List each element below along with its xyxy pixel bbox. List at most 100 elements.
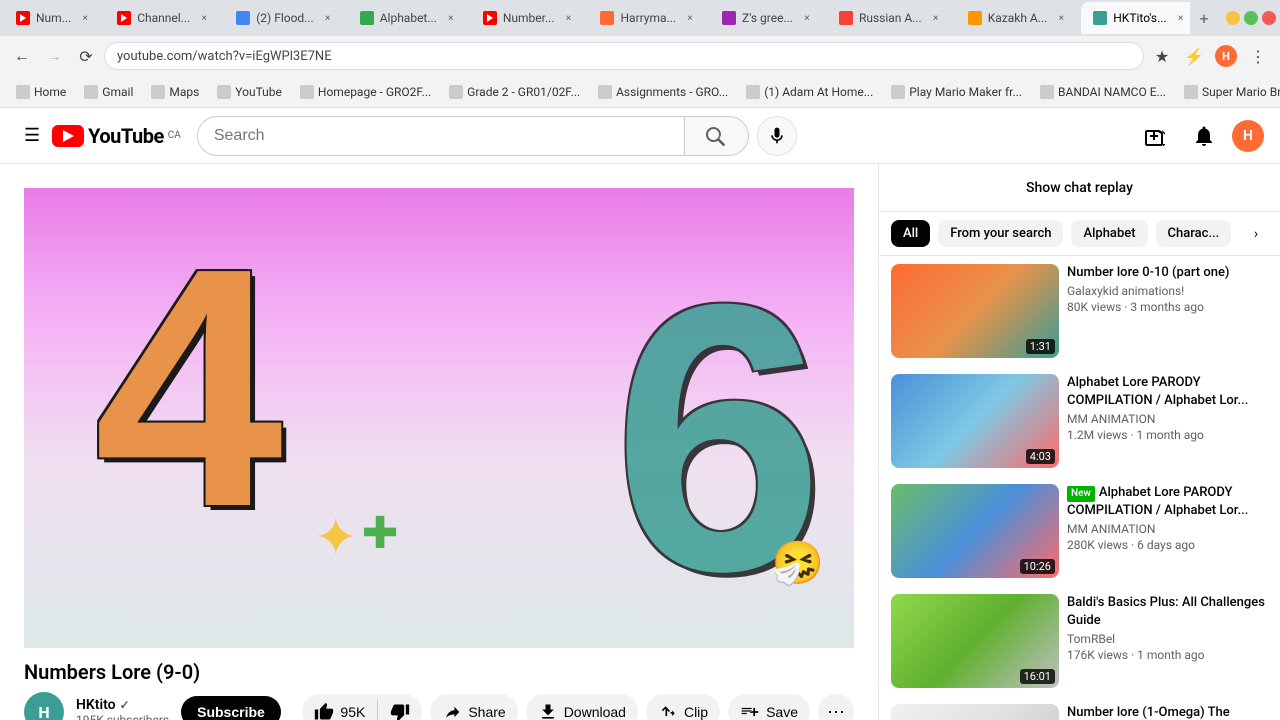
maximize-button[interactable] xyxy=(1244,11,1258,25)
sidebar-video-item[interactable]: 16:01 Baldi's Basics Plus: All Challenge… xyxy=(879,586,1280,696)
settings-button[interactable]: ⋮ xyxy=(1244,42,1272,70)
bookmark-item[interactable]: YouTube xyxy=(209,83,290,101)
bookmark-item[interactable]: Homepage - GRO2F... xyxy=(292,83,439,101)
download-label: Download xyxy=(564,704,626,720)
browser-tab-hktito[interactable]: HKTito's... × xyxy=(1081,2,1190,34)
video-duration: 1:31 xyxy=(1026,339,1055,354)
sidebar-thumb: 16:01 xyxy=(891,594,1059,688)
address-text: youtube.com/watch?v=iEgWPl3E7NE xyxy=(117,49,332,64)
subscriber-count: 195K subscribers xyxy=(76,713,169,720)
filter-chip-all[interactable]: All xyxy=(891,220,930,247)
bookmark-item[interactable]: Grade 2 - GR01/02F... xyxy=(441,83,588,101)
sidebar-video-item[interactable]: 1:31 Number lore 0-10 (part one) Galaxyk… xyxy=(879,256,1280,366)
tab-close-flood1[interactable]: × xyxy=(320,10,336,26)
sidebar-channel-name: Galaxykid animations! xyxy=(1067,284,1268,298)
voice-search-button[interactable] xyxy=(757,116,797,156)
save-label: Save xyxy=(766,704,798,720)
sidebar-channel-name: MM ANIMATION xyxy=(1067,412,1268,426)
address-bar[interactable]: youtube.com/watch?v=iEgWPl3E7NE xyxy=(104,42,1144,70)
profile-button[interactable]: H xyxy=(1212,42,1240,70)
browser-tab-harrymary[interactable]: Harryma... × xyxy=(588,2,710,34)
create-video-button[interactable] xyxy=(1136,116,1176,156)
video-duration: 16:01 xyxy=(1020,669,1055,684)
youtube-logo[interactable]: YouTubeCA xyxy=(52,124,181,148)
bookmark-item[interactable]: (1) Adam At Home... xyxy=(738,83,881,101)
sidebar-video-info: Baldi's Basics Plus: All Challenges Guid… xyxy=(1067,594,1268,688)
browser-tab-num[interactable]: Num... × xyxy=(4,2,105,34)
reload-button[interactable]: ⟳ xyxy=(72,42,100,70)
search-button[interactable] xyxy=(685,116,749,156)
tab-close-harrymary[interactable]: × xyxy=(682,10,698,26)
bookmark-item[interactable]: Play Mario Maker fr... xyxy=(883,83,1030,101)
search-input[interactable] xyxy=(214,127,668,145)
browser-tab-number[interactable]: Number... × xyxy=(471,2,589,34)
back-button[interactable]: ← xyxy=(8,42,36,70)
forward-button[interactable]: → xyxy=(40,42,68,70)
notifications-button[interactable] xyxy=(1184,116,1224,156)
sidebar-video-title: Alphabet Lore PARODY COMPILATION / Alpha… xyxy=(1067,374,1268,410)
channel-avatar[interactable]: H xyxy=(24,692,64,720)
bookmark-item[interactable]: Maps xyxy=(143,83,207,101)
video-thumbnail[interactable]: 4 6 ✦ ✚ 🤧 xyxy=(24,188,854,648)
minimize-button[interactable] xyxy=(1226,11,1240,25)
bookmark-item[interactable]: BANDAI NAMCO E... xyxy=(1032,83,1174,101)
extension-button[interactable]: ⚡ xyxy=(1180,42,1208,70)
share-button[interactable]: Share xyxy=(430,694,517,720)
emoji-overlay: 🤧 xyxy=(772,539,824,588)
browser-tab-kazakh[interactable]: Kazakh A... × xyxy=(956,2,1082,34)
subscribe-button[interactable]: Subscribe xyxy=(181,696,281,720)
filter-chip-charac...[interactable]: Charac... xyxy=(1156,220,1232,247)
browser-tab-flood1[interactable]: (2) Flood... × xyxy=(224,2,348,34)
header-actions: H xyxy=(1136,116,1264,156)
video-duration: 10:26 xyxy=(1020,559,1055,574)
download-button[interactable]: Download xyxy=(526,694,638,720)
sidebar-video-meta: 280K views · 6 days ago xyxy=(1067,538,1268,552)
tab-close-number[interactable]: × xyxy=(560,10,576,26)
tab-close-zsgreek[interactable]: × xyxy=(799,10,815,26)
browser-tab-channel[interactable]: Channel... × xyxy=(105,2,224,34)
sidebar-video-item[interactable]: 4:03 Alphabet Lore PARODY COMPILATION / … xyxy=(879,366,1280,476)
bookmark-item[interactable]: Gmail xyxy=(76,83,141,101)
tab-close-hktito[interactable]: × xyxy=(1173,10,1189,26)
tab-close-num[interactable]: × xyxy=(77,10,93,26)
chat-replay-button[interactable]: Show chat replay xyxy=(879,164,1280,212)
bookmark-item[interactable]: Assignments - GRO... xyxy=(590,83,736,101)
dislike-button[interactable] xyxy=(378,694,422,720)
filter-chip-alphabet[interactable]: Alphabet xyxy=(1071,220,1147,247)
bookmark-item[interactable]: Super Mario Bros. 1... xyxy=(1176,83,1280,101)
verified-icon: ✓ xyxy=(120,698,130,712)
channel-details: HKtito ✓ 195K subscribers xyxy=(76,697,169,720)
youtube-page: ☰ YouTubeCA H xyxy=(0,108,1280,720)
bookmark-button[interactable]: ★ xyxy=(1148,42,1176,70)
close-button[interactable] xyxy=(1262,11,1276,25)
sidebar-video-item[interactable]: 7:50 Number lore (1-Omega) The movie|n d… xyxy=(879,696,1280,720)
hamburger-menu[interactable]: ☰ xyxy=(16,117,48,154)
sidebar-thumb: 4:03 xyxy=(891,374,1059,468)
browser-tab-zsgreek[interactable]: Z's gree... × xyxy=(710,2,827,34)
user-avatar[interactable]: H xyxy=(1232,120,1264,152)
sidebar-thumb: 1:31 xyxy=(891,264,1059,358)
video-actions: 95K Share Dow xyxy=(302,694,854,720)
new-badge: New xyxy=(1067,486,1095,502)
filter-next-button[interactable]: › xyxy=(1244,222,1268,246)
bookmark-item[interactable]: Home xyxy=(8,83,74,101)
filter-chip-from-your-search[interactable]: From your search xyxy=(938,220,1063,247)
new-tab-button[interactable]: + xyxy=(1190,4,1218,32)
save-button[interactable]: Save xyxy=(728,694,810,720)
content-area: 4 6 ✦ ✚ 🤧 Numbers Lore (9-0) H xyxy=(0,164,1280,720)
like-button[interactable]: 95K xyxy=(302,694,377,720)
main-video-area: 4 6 ✦ ✚ 🤧 Numbers Lore (9-0) H xyxy=(0,164,878,720)
tab-close-kazakh[interactable]: × xyxy=(1053,10,1069,26)
browser-tab-russian[interactable]: Russian A... × xyxy=(827,2,956,34)
tab-close-alphabet[interactable]: × xyxy=(443,10,459,26)
sidebar-video-item[interactable]: 10:26 NewAlphabet Lore PARODY COMPILATIO… xyxy=(879,476,1280,586)
sidebar-channel-name: MM ANIMATION xyxy=(1067,522,1268,536)
more-actions-button[interactable]: ⋯ xyxy=(818,694,854,720)
browser-tab-alphabet[interactable]: Alphabet... × xyxy=(348,2,471,34)
tab-close-russian[interactable]: × xyxy=(928,10,944,26)
sidebar-video-title: Baldi's Basics Plus: All Challenges Guid… xyxy=(1067,594,1268,630)
nav-bar: ← → ⟳ youtube.com/watch?v=iEgWPl3E7NE ★ … xyxy=(0,36,1280,76)
channel-name[interactable]: HKtito ✓ xyxy=(76,697,169,713)
tab-close-channel[interactable]: × xyxy=(196,10,212,26)
clip-button[interactable]: Clip xyxy=(646,694,720,720)
